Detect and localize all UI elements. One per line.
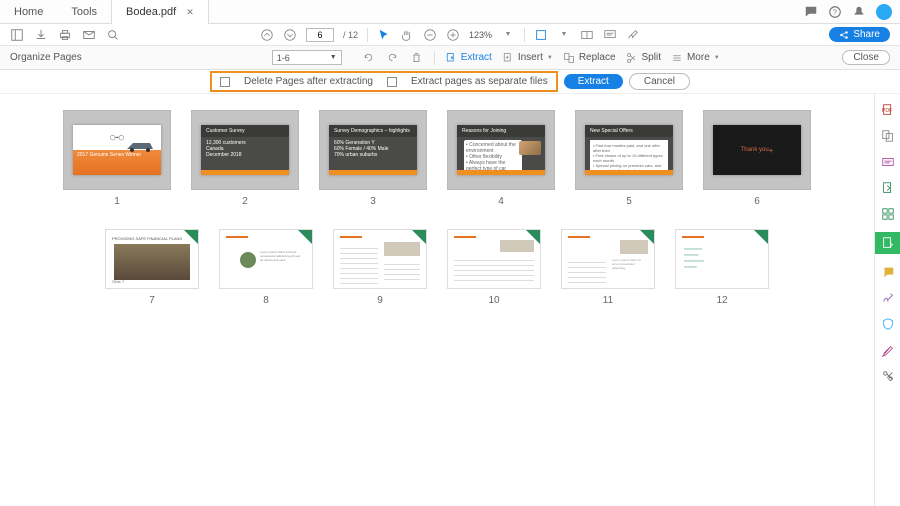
chat-icon[interactable] [804,5,818,19]
tab-home[interactable]: Home [0,0,57,24]
page-number: 2 [242,196,248,207]
right-tools-rail: PDF [874,94,900,506]
page-thumb-5[interactable]: New Special Offers• First four months pa… [575,110,683,190]
page-number: 10 [488,295,499,306]
page-number: 1 [114,196,120,207]
tab-file[interactable]: Bodea.pdf ✕ [111,0,209,24]
pages-grid: ◯━◯2017 Genuine Series Winner 1 Customer … [0,94,874,506]
separate-files-label: Extract pages as separate files [411,76,548,87]
cancel-button[interactable]: Cancel [629,73,690,90]
separate-files-checkbox[interactable] [387,77,397,87]
avatar[interactable] [876,4,892,20]
page-thumb-6[interactable]: Thank you+ [703,110,811,190]
chevron-down-icon[interactable]: ▼ [557,28,571,42]
page-down-icon[interactable] [283,28,297,42]
page-total: / 12 [343,30,358,40]
insert-action[interactable]: Insert▼ [502,52,553,64]
fit-icon[interactable] [534,28,548,42]
page-thumb-9[interactable] [333,229,427,289]
page-number: 4 [498,196,504,207]
page-thumb-8[interactable]: Lorem ipsum dolor sit amet consectetur a… [219,229,313,289]
page-range-select[interactable]: 1-6▼ [272,50,342,65]
read-icon[interactable] [580,28,594,42]
comment-icon[interactable] [603,28,617,42]
page-thumb-3[interactable]: Survey Demographics – highlights60% Gene… [319,110,427,190]
rail-send-icon[interactable] [875,232,900,254]
extract-action[interactable]: Extract [445,52,492,64]
rail-export-icon[interactable] [880,180,896,196]
page-up-icon[interactable] [260,28,274,42]
tab-tools[interactable]: Tools [57,0,111,24]
organize-title: Organize Pages [10,52,82,63]
page-thumb-4[interactable]: Reasons for Joining• Concerned about the… [447,110,555,190]
rail-fill-sign-icon[interactable] [880,290,896,306]
rail-edit-icon[interactable] [880,154,896,170]
page-thumb-12[interactable]: ━━━━━━━━━━━━━━━━━━━━━━━━━━━━━━━━━━━━ [675,229,769,289]
save-icon[interactable] [34,28,48,42]
page-number: 12 [716,295,727,306]
tab-file-label: Bodea.pdf [126,0,176,24]
extract-button[interactable]: Extract [564,74,623,89]
page-number: 6 [754,196,760,207]
page-number: 7 [149,295,155,306]
zoom-value[interactable]: 123% [469,30,492,40]
page-thumb-10[interactable] [447,229,541,289]
page-number: 3 [370,196,376,207]
zoom-in-icon[interactable] [446,28,460,42]
print-icon[interactable] [58,28,72,42]
close-tab-icon[interactable]: ✕ [186,0,194,24]
rail-create-icon[interactable]: PDF [880,102,896,118]
rail-organize-icon[interactable] [880,206,896,222]
rotate-left-icon[interactable] [362,51,376,65]
share-button[interactable]: Share [829,27,890,42]
pointer-icon[interactable] [377,28,391,42]
page-thumb-2[interactable]: Customer Survey12,300 customersCanadaDec… [191,110,299,190]
svg-text:PDF: PDF [881,108,892,114]
mail-icon[interactable] [82,28,96,42]
bell-icon[interactable] [852,5,866,19]
page-number: 5 [626,196,632,207]
close-button[interactable]: Close [842,50,890,65]
page-number-input[interactable]: 6 [306,28,334,42]
page-thumb-1[interactable]: ◯━◯2017 Genuine Series Winner [63,110,171,190]
page-number: 11 [603,295,613,306]
rail-optimize-icon[interactable] [880,342,896,358]
replace-action[interactable]: Replace [563,52,616,64]
page-number: 9 [377,295,383,306]
delete-after-checkbox[interactable] [220,77,230,87]
extract-options-highlight: Delete Pages after extracting Extract pa… [210,71,558,92]
split-action[interactable]: Split [626,52,661,64]
page-number: 8 [263,295,269,306]
page-thumb-7[interactable]: PROVIDING SAFE FINANCIAL PLANSSlide 7 [105,229,199,289]
zoom-out-icon[interactable] [423,28,437,42]
rail-protect-icon[interactable] [880,316,896,332]
delete-after-label: Delete Pages after extracting [244,76,373,87]
delete-icon[interactable] [410,51,424,65]
help-icon[interactable]: ? [828,5,842,19]
chevron-down-icon[interactable]: ▼ [501,28,515,42]
sidebar-toggle-icon[interactable] [10,28,24,42]
rail-comment-icon[interactable] [880,264,896,280]
rail-more-icon[interactable] [880,368,896,384]
rotate-right-icon[interactable] [386,51,400,65]
sign-icon[interactable] [626,28,640,42]
page-thumb-11[interactable]: Lorem ipsum dolor sit amet consectetur a… [561,229,655,289]
hand-icon[interactable] [400,28,414,42]
search-icon[interactable] [106,28,120,42]
svg-text:?: ? [833,10,837,17]
more-action[interactable]: More▼ [671,52,720,64]
rail-combine-icon[interactable] [880,128,896,144]
